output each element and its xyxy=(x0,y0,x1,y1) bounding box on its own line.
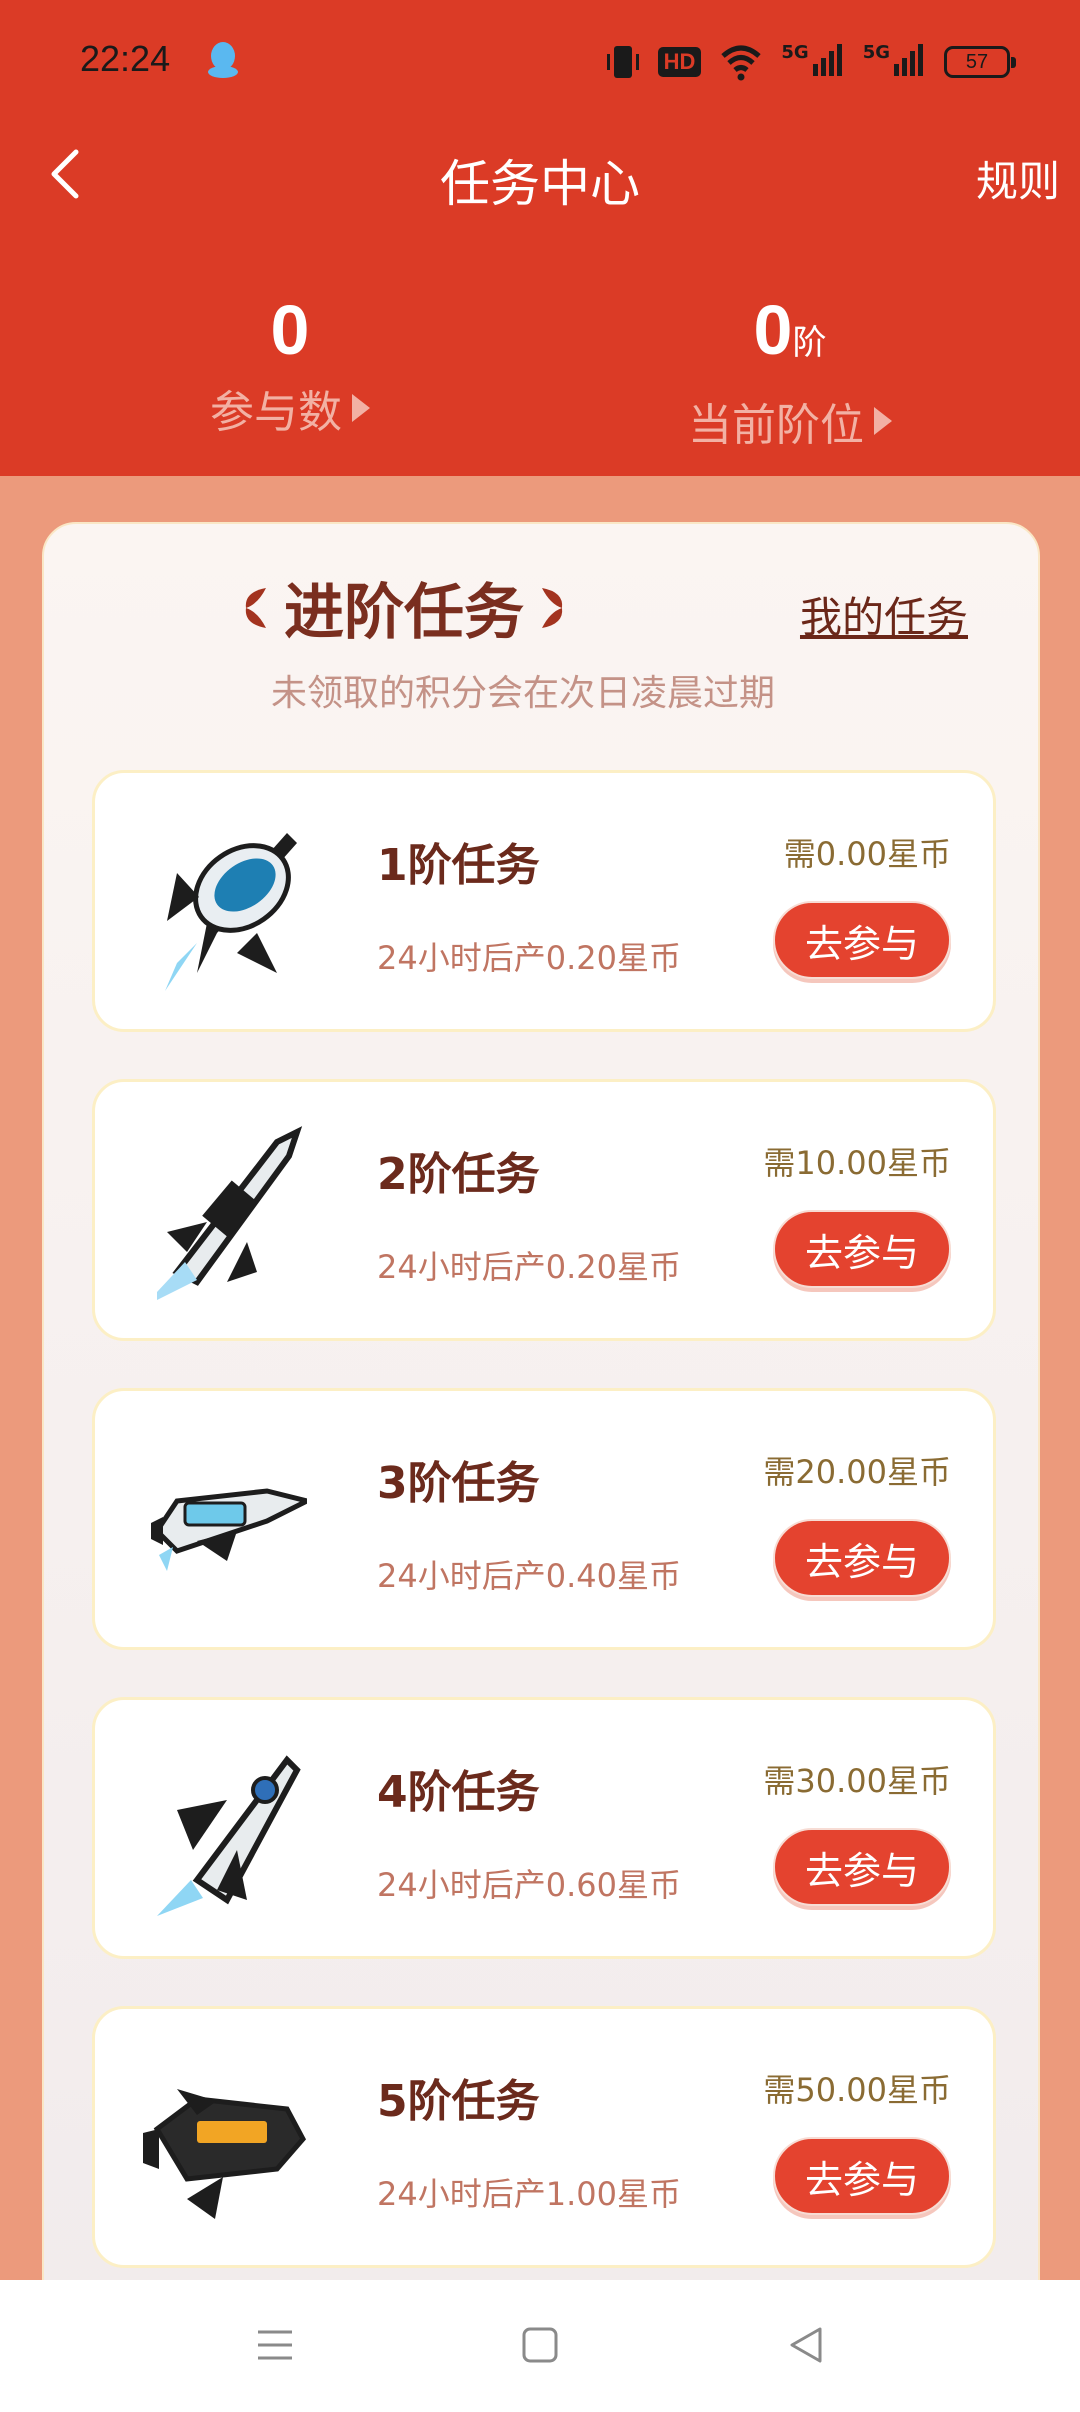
task-name: 4阶任务 xyxy=(377,1767,540,1818)
task-card-4: 4阶任务 24小时后产0.60星币 需30.00星币 去参与 xyxy=(92,1697,996,1959)
status-bar: 22:24 HD 5G 5G 57 xyxy=(0,0,1080,124)
net-label-2: 5G xyxy=(862,42,890,63)
rocket-icon xyxy=(157,1126,303,1300)
signal-bars-icon-2 xyxy=(894,44,923,76)
header: 22:24 HD 5G 5G 57 任务中心 规则 0 参与数 0阶 当前阶位 xyxy=(0,0,1080,476)
wifi-icon xyxy=(721,45,762,81)
task-card-2: 2阶任务 24小时后产0.20星币 需10.00星币 去参与 xyxy=(92,1079,996,1341)
rocket-icon xyxy=(165,833,297,991)
task-card-5: 5阶任务 24小时后产1.00星币 需50.00星币 去参与 xyxy=(92,2006,996,2268)
back-triangle-icon[interactable] xyxy=(782,2320,832,2370)
triangle-right-icon xyxy=(352,394,370,422)
task-requirement: 需30.00星币 xyxy=(763,1762,951,1800)
task-name: 3阶任务 xyxy=(377,1458,540,1509)
vibrate-icon xyxy=(606,46,639,78)
home-square-icon[interactable] xyxy=(515,2320,565,2370)
menu-icon[interactable] xyxy=(250,2320,300,2370)
task-card-1: 1阶任务 24小时后产0.20星币 需0.00星币 去参与 xyxy=(92,770,996,1032)
task-yield: 24小时后产0.20星币 xyxy=(377,939,681,977)
task-name: 5阶任务 xyxy=(377,2076,540,2127)
stat-level-number: 0 xyxy=(753,291,793,369)
task-requirement: 需0.00星币 xyxy=(783,835,951,873)
stat-participation-value: 0 xyxy=(90,290,490,370)
task-yield: 24小时后产0.60星币 xyxy=(377,1866,681,1904)
stat-participation[interactable]: 0 参与数 xyxy=(90,290,490,440)
signal-5g-icon: 5G xyxy=(781,42,844,82)
navbar: 任务中心 规则 xyxy=(0,124,1080,224)
my-tasks-link[interactable]: 我的任务 xyxy=(800,584,968,645)
rocket-icon xyxy=(151,1488,307,1571)
signal-bars-icon xyxy=(812,44,842,76)
status-time: 22:24 xyxy=(80,38,171,79)
join-button[interactable]: 去参与 xyxy=(773,1828,951,1906)
net-label: 5G xyxy=(781,42,809,63)
stat-level-label-row: 当前阶位 xyxy=(590,389,990,453)
stat-level-value: 0阶 xyxy=(590,290,990,383)
stat-level-label: 当前阶位 xyxy=(688,400,864,451)
stat-level-unit: 阶 xyxy=(792,324,827,362)
rocket-icon xyxy=(157,1755,301,1916)
page-title: 任务中心 xyxy=(440,155,640,213)
task-yield: 24小时后产0.40星币 xyxy=(377,1557,681,1595)
system-navigation-bar xyxy=(0,2280,1080,2412)
section-title: 进阶任务 xyxy=(44,564,764,651)
stat-current-level[interactable]: 0阶 当前阶位 xyxy=(590,290,990,453)
rocket-icon xyxy=(143,2089,307,2219)
battery-icon: 57 xyxy=(944,46,1016,78)
join-button[interactable]: 去参与 xyxy=(773,2137,951,2215)
task-yield: 24小时后产1.00星币 xyxy=(377,2175,681,2213)
leaf-ornament-left-icon xyxy=(245,587,266,628)
task-requirement: 需20.00星币 xyxy=(763,1453,951,1491)
task-requirement: 需10.00星币 xyxy=(763,1144,951,1182)
signal-5g-icon-2: 5G xyxy=(863,42,926,82)
join-button[interactable]: 去参与 xyxy=(773,1519,951,1597)
rules-link[interactable]: 规则 xyxy=(976,148,1060,209)
join-button[interactable]: 去参与 xyxy=(773,1210,951,1288)
stat-value-number: 0 xyxy=(270,291,310,369)
task-name: 2阶任务 xyxy=(377,1149,540,1200)
task-card-3: 3阶任务 24小时后产0.40星币 需20.00星币 去参与 xyxy=(92,1388,996,1650)
task-name: 1阶任务 xyxy=(377,840,540,891)
section-title-text: 进阶任务 xyxy=(284,578,524,648)
expiry-notice: 未领取的积分会在次日凌晨过期 xyxy=(270,673,775,714)
task-yield: 24小时后产0.20星币 xyxy=(377,1248,681,1286)
join-button[interactable]: 去参与 xyxy=(773,901,951,979)
advanced-tasks-card: 进阶任务 我的任务 未领取的积分会在次日凌晨过期 1阶任务 24小时后产0.20… xyxy=(42,522,1040,2412)
stat-participation-label: 参与数 xyxy=(210,387,342,438)
task-requirement: 需50.00星币 xyxy=(763,2071,951,2109)
hd-icon: HD xyxy=(657,47,702,77)
qq-icon xyxy=(208,42,238,78)
triangle-right-icon xyxy=(874,407,892,435)
stat-participation-label-row: 参与数 xyxy=(90,376,490,440)
leaf-ornament-right-icon xyxy=(542,587,563,628)
